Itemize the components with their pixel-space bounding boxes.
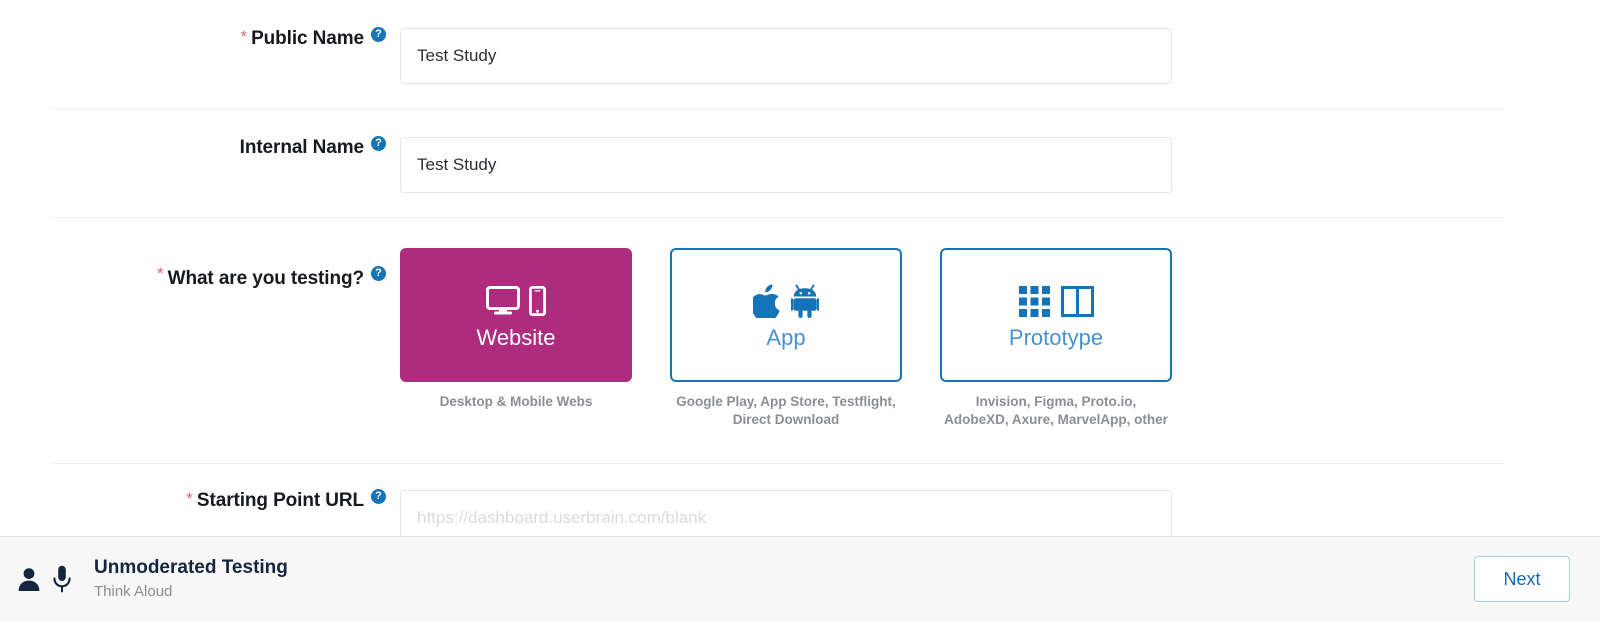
form-row-testing-type: * What are you testing? ? Website Deskto… [0, 218, 1600, 429]
testing-mode-title: Unmoderated Testing [94, 557, 288, 579]
study-setup-page: * Public Name ? Internal Name ? * What a… [0, 0, 1600, 621]
card-title-prototype: Prototype [1008, 325, 1104, 350]
testing-mode-subtitle: Think Aloud [94, 583, 173, 601]
grid-icon [1018, 285, 1050, 317]
public-name-label: Public Name [251, 28, 364, 49]
smartphone-icon [529, 286, 546, 316]
form-row-starting-point-url: * Starting Point URL ? [0, 464, 1600, 547]
card-caption-prototype: Invision, Figma, Proto.io, AdobeXD, Axur… [944, 394, 1168, 428]
apple-icon [753, 284, 780, 318]
required-asterisk: * [186, 488, 193, 508]
internal-name-label: Internal Name [239, 137, 364, 158]
card-wrap-prototype: Prototype Invision, Figma, Proto.io, Ado… [940, 248, 1172, 429]
person-icon [18, 568, 40, 591]
internal-name-label-group: Internal Name ? [0, 135, 400, 159]
public-name-input[interactable] [400, 28, 1172, 84]
testing-type-card-prototype[interactable]: Prototype [940, 248, 1172, 382]
panels-icon [1060, 285, 1094, 317]
card-wrap-app: App Google Play, App Store, Testflight, … [670, 248, 902, 429]
question-circle-icon[interactable]: ? [371, 488, 386, 504]
required-asterisk: * [157, 264, 164, 283]
monitor-icon [486, 286, 520, 315]
card-caption-app: Google Play, App Store, Testflight, Dire… [676, 394, 896, 428]
public-name-field-wrap [400, 28, 1172, 84]
internal-name-input[interactable] [400, 137, 1172, 193]
starting-point-label: Starting Point URL [196, 490, 364, 512]
question-circle-icon[interactable]: ? [371, 26, 386, 42]
testing-type-label: What are you testing? [167, 268, 364, 289]
form-row-internal-name: Internal Name ? [0, 109, 1600, 193]
card-wrap-website: Website Desktop & Mobile Webs [400, 248, 632, 429]
card-title-app: App [766, 325, 806, 350]
question-circle-icon[interactable]: ? [371, 266, 386, 281]
starting-point-label-group: * Starting Point URL ? [0, 488, 400, 512]
card-caption-website: Desktop & Mobile Webs [439, 394, 593, 409]
next-button[interactable]: Next [1474, 556, 1570, 602]
card-title-website: Website [476, 325, 556, 350]
website-icons [486, 279, 546, 323]
microphone-icon [53, 565, 71, 593]
public-name-label-group: * Public Name ? [0, 26, 400, 50]
prototype-icons [1018, 279, 1094, 323]
app-icons [753, 279, 819, 323]
android-icon [791, 284, 819, 318]
testing-type-card-group: Website Desktop & Mobile Webs App Google… [400, 248, 1172, 429]
testing-type-card-app[interactable]: App [670, 248, 902, 382]
bottom-action-bar: Unmoderated Testing Think Aloud Next [0, 536, 1600, 621]
bottom-bar-icons [16, 565, 72, 593]
internal-name-field-wrap [400, 137, 1172, 193]
bottom-bar-text-group: Unmoderated Testing Think Aloud [94, 556, 288, 601]
form-row-public-name: * Public Name ? [0, 0, 1600, 84]
required-asterisk: * [240, 26, 248, 46]
testing-type-card-website[interactable]: Website [400, 248, 632, 382]
testing-type-label-group: * What are you testing? ? [0, 248, 400, 290]
question-circle-icon[interactable]: ? [371, 135, 386, 151]
